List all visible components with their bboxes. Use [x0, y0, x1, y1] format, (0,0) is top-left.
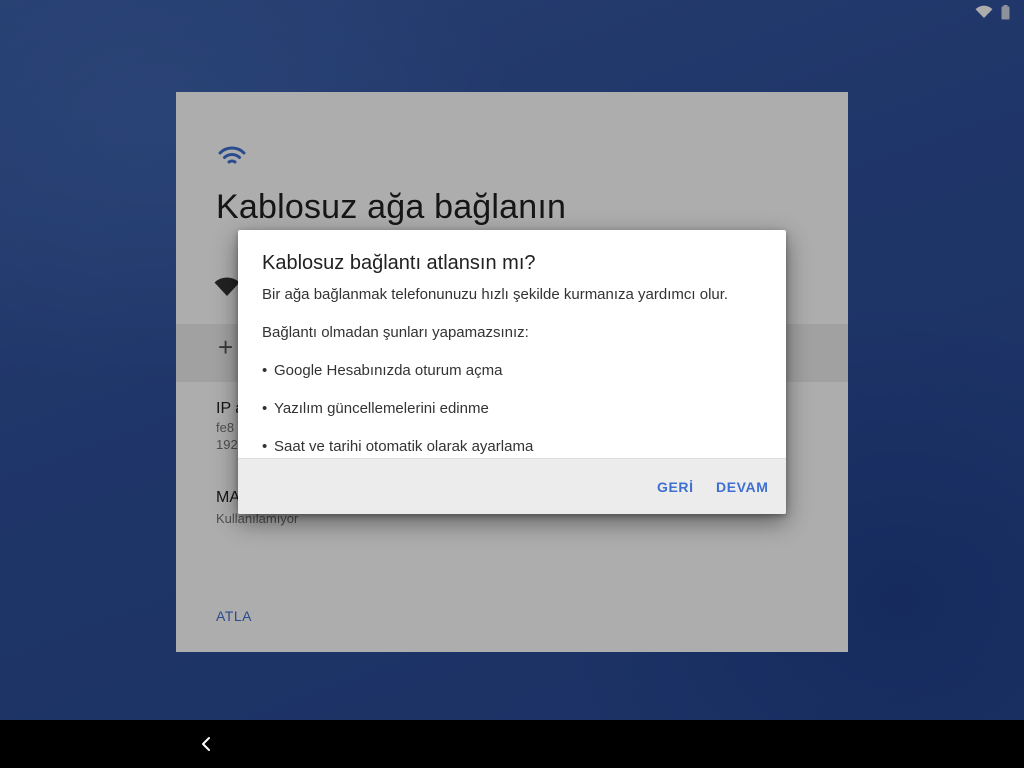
bullet-icon: •	[262, 362, 268, 379]
list-item: • Saat ve tarihi otomatik olarak ayarlama	[262, 438, 534, 455]
dialog-body: Bir ağa bağlanmak telefonunuzu hızlı şek…	[262, 286, 772, 456]
dialog-actions: GERİ DEVAM	[238, 458, 786, 514]
list-item: • Google Hesabınızda oturum açma	[262, 362, 503, 379]
bullet-icon: •	[262, 400, 268, 417]
dialog-title: Kablosuz bağlantı atlansın mı?	[262, 252, 536, 274]
bullet-icon: •	[262, 438, 268, 455]
dialog-subheading: Bağlantı olmadan şunları yapamazsınız:	[262, 324, 529, 341]
continue-button[interactable]: DEVAM	[716, 479, 769, 495]
list-item: • Yazılım güncellemelerini edinme	[262, 400, 489, 417]
back-chevron-icon[interactable]	[200, 736, 212, 757]
navigation-bar	[0, 720, 1024, 768]
back-button[interactable]: GERİ	[657, 479, 694, 495]
skip-wifi-dialog: Kablosuz bağlantı atlansın mı? Bir ağa b…	[238, 230, 786, 514]
dialog-intro: Bir ağa bağlanmak telefonunuzu hızlı şek…	[262, 286, 729, 303]
